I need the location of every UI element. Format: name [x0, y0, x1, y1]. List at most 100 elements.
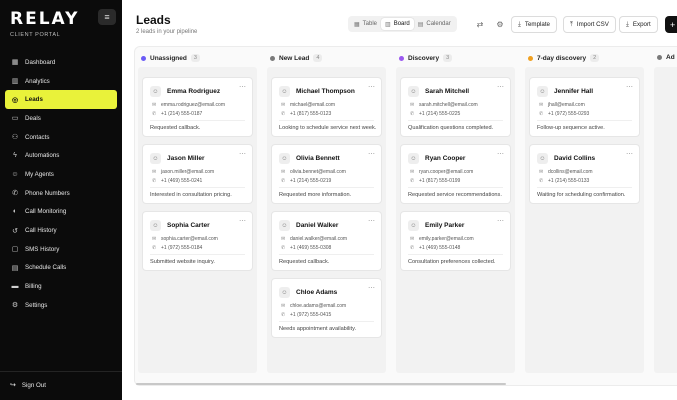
- card-divider: [408, 254, 503, 255]
- lead-card[interactable]: ☺ Ryan Cooper ⋯ ✉ ryan.cooper@email.com ✆…: [400, 144, 511, 204]
- download-icon: ⤓: [518, 20, 521, 28]
- board-column-new-lead: New Lead 4 ☺ Michael Thompson ⋯ ✉ michael@…: [264, 47, 389, 385]
- user-icon: ☺: [279, 86, 290, 97]
- sidebar-item-dashboard[interactable]: ▦ Dashboard: [5, 53, 117, 72]
- lead-phone: +1 (214) 555-0187: [161, 111, 203, 117]
- calendar-icon: ▤: [417, 21, 424, 28]
- view-calendar-button[interactable]: ▤ Calendar: [414, 18, 455, 30]
- settings-button[interactable]: ⚙: [493, 17, 507, 31]
- lead-card[interactable]: ☺ Olivia Bennett ⋯ ✉ olivia.bennet@email.…: [271, 144, 382, 204]
- sidebar-item-contacts[interactable]: ⚇ Contacts: [5, 128, 117, 147]
- lead-name: Sophia Carter: [167, 222, 210, 229]
- user-icon: ☺: [279, 153, 290, 164]
- lead-card[interactable]: ☺ Michael Thompson ⋯ ✉ michael@email.com …: [271, 77, 382, 137]
- lead-email: jhall@email.com: [548, 102, 585, 108]
- column-title: Unassigned: [150, 54, 187, 62]
- sign-out-label: Sign Out: [21, 381, 46, 389]
- more-icon[interactable]: ⋯: [368, 217, 375, 225]
- lead-card[interactable]: ☺ Daniel Walker ⋯ ✉ daniel.walker@email.c…: [271, 211, 382, 271]
- sidebar-item-call-history[interactable]: ↺ Call History: [5, 221, 117, 240]
- more-icon[interactable]: ⋯: [626, 83, 633, 91]
- sidebar-item-call-monitoring[interactable]: ◐ Call Monitoring: [5, 203, 117, 222]
- mail-icon: ✉: [539, 169, 544, 175]
- lead-card[interactable]: ☺ Chloe Adams ⋯ ✉ chloe.adams@email.com ✆…: [271, 278, 382, 338]
- column-header: Ad: [657, 54, 675, 61]
- view-table-button[interactable]: ▦ Table: [350, 18, 381, 30]
- sidebar-item-label: Schedule Calls: [25, 264, 67, 272]
- lead-card[interactable]: ☺ Jason Miller ⋯ ✉ jason.miller@email.com…: [142, 144, 253, 204]
- lead-card[interactable]: ☺ Sarah Mitchell ⋯ ✉ sarah.mitchell@email…: [400, 77, 511, 137]
- lead-email: michael@email.com: [290, 102, 336, 108]
- column-header: 7-day discovery 2: [528, 54, 600, 62]
- plus-icon: +: [670, 19, 676, 30]
- lead-phone: +1 (972) 555-0184: [161, 245, 203, 251]
- lead-email: sophia.carter@email.com: [161, 236, 218, 242]
- sidebar-item-my-agents[interactable]: ☺ My Agents: [5, 165, 117, 184]
- phone-icon: ✆: [539, 111, 544, 117]
- lead-card[interactable]: ☺ Jennifer Hall ⋯ ✉ jhall@email.com ✆ +1 (…: [529, 77, 640, 137]
- sidebar-item-sms-history[interactable]: ▢ SMS History: [5, 240, 117, 259]
- add-lead-button[interactable]: +: [665, 16, 677, 33]
- lead-note: Requested more information.: [279, 192, 352, 198]
- more-icon[interactable]: ⋯: [368, 284, 375, 292]
- app-logo[interactable]: RELAY: [10, 9, 79, 29]
- card-divider: [150, 254, 245, 255]
- column-header: Discovery 3: [399, 54, 453, 62]
- lead-card[interactable]: ☺ David Collins ⋯ ✉ dcollins@email.com ✆ +…: [529, 144, 640, 204]
- card-divider: [279, 187, 374, 188]
- lead-phone-row: ✆ +1 (972) 555-0293: [539, 111, 589, 117]
- refresh-button[interactable]: ⇄: [473, 17, 487, 31]
- user-icon: ☺: [150, 86, 161, 97]
- column-count: 2: [590, 54, 600, 62]
- collapse-sidebar-button[interactable]: ≡: [98, 9, 116, 25]
- sidebar-item-automations[interactable]: ϟ Automations: [5, 146, 117, 165]
- briefcase-icon: ▭: [11, 115, 19, 123]
- more-icon[interactable]: ⋯: [239, 150, 246, 158]
- lead-name: Daniel Walker: [296, 222, 339, 229]
- sidebar-item-schedule-calls[interactable]: ▤ Schedule Calls: [5, 259, 117, 278]
- sidebar: RELAY CLIENT PORTAL ≡ ▦ Dashboard ▥ Analyt…: [0, 0, 122, 400]
- kanban-board: Unassigned 3 ☺ Emma Rodriguez ⋯ ✉ emma.rod…: [134, 46, 677, 386]
- mail-icon: ✉: [281, 303, 286, 309]
- horizontal-scrollbar[interactable]: [136, 383, 506, 385]
- more-icon[interactable]: ⋯: [497, 150, 504, 158]
- more-icon[interactable]: ⋯: [497, 217, 504, 225]
- column-title: 7-day discovery: [537, 54, 587, 62]
- sidebar-item-analytics[interactable]: ▥ Analytics: [5, 72, 117, 91]
- template-button[interactable]: ⤓ Template: [511, 16, 557, 33]
- lead-phone: +1 (972) 555-0293: [548, 111, 590, 117]
- lead-card[interactable]: ☺ Emily Parker ⋯ ✉ emily.parker@email.com…: [400, 211, 511, 271]
- phone-icon: ✆: [281, 178, 286, 184]
- lead-card[interactable]: ☺ Emma Rodriguez ⋯ ✉ emma.rodriguez@email…: [142, 77, 253, 137]
- more-icon[interactable]: ⋯: [497, 83, 504, 91]
- lead-email-row: ✉ olivia.bennet@email.com: [281, 169, 346, 175]
- lead-email-row: ✉ jason.miller@email.com: [152, 169, 214, 175]
- more-icon[interactable]: ⋯: [368, 83, 375, 91]
- more-icon[interactable]: ⋯: [239, 217, 246, 225]
- sidebar-item-deals[interactable]: ▭ Deals: [5, 109, 117, 128]
- target-icon: ◎: [11, 96, 19, 104]
- export-button[interactable]: ⤓ Export: [619, 16, 658, 33]
- lead-card[interactable]: ☺ Sophia Carter ⋯ ✉ sophia.carter@email.c…: [142, 211, 253, 271]
- phone-icon: ✆: [410, 245, 415, 251]
- view-board-button[interactable]: ▥ Board: [381, 18, 414, 30]
- sidebar-item-phone-numbers[interactable]: ✆ Phone Numbers: [5, 184, 117, 203]
- more-icon[interactable]: ⋯: [626, 150, 633, 158]
- card-divider: [279, 254, 374, 255]
- lead-email: jason.miller@email.com: [161, 169, 215, 175]
- card-divider: [150, 120, 245, 121]
- sign-out-button[interactable]: ↪ Sign Out: [10, 381, 46, 390]
- column-title: Discovery: [408, 54, 440, 62]
- more-icon[interactable]: ⋯: [239, 83, 246, 91]
- user-icon: ☺: [408, 153, 419, 164]
- lead-phone: +1 (469) 555-0308: [290, 245, 332, 251]
- mail-icon: ✉: [410, 102, 415, 108]
- sidebar-item-leads[interactable]: ◎ Leads: [5, 90, 117, 110]
- more-icon[interactable]: ⋯: [368, 150, 375, 158]
- phone-icon: ✆: [410, 111, 415, 117]
- sidebar-item-settings[interactable]: ⚙ Settings: [5, 296, 117, 315]
- grid-icon: ▦: [11, 59, 19, 67]
- sidebar-item-billing[interactable]: ▬ Billing: [5, 277, 117, 296]
- import-csv-button[interactable]: ⤒ Import CSV: [563, 16, 616, 33]
- lead-email-row: ✉ dcollins@email.com: [539, 169, 593, 175]
